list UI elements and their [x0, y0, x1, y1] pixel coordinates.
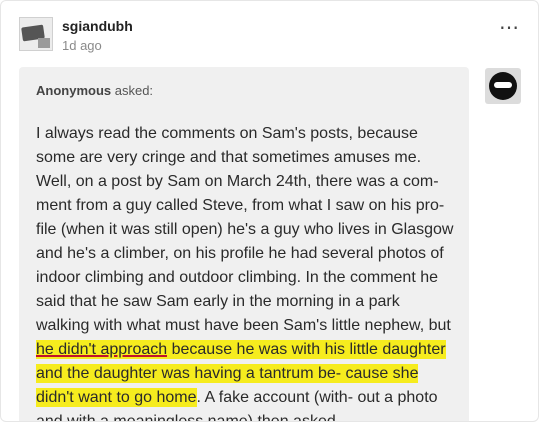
ask-bubble: Anonymous asked: I always read the comme… — [19, 67, 469, 421]
post-card: sgiandubh 1d ago ⋯ Anonymous asked: I al… — [0, 0, 539, 422]
ask-question-text: I always read the comments on Sam's post… — [36, 122, 456, 421]
asker-line: Anonymous asked: — [36, 83, 153, 98]
asker-suffix: asked: — [111, 83, 154, 98]
post-timestamp[interactable]: 1d ago — [62, 38, 102, 53]
anonymous-avatar-icon — [485, 68, 521, 104]
highlighted-underlined-text: he didn't approach — [36, 340, 168, 359]
ask-text-part: I always read the comments on Sam's post… — [36, 125, 454, 334]
user-avatar[interactable] — [19, 17, 53, 51]
more-options-icon[interactable]: ⋯ — [499, 15, 520, 40]
asker-name: Anonymous — [36, 83, 112, 98]
username[interactable]: sgiandubh — [62, 18, 133, 34]
